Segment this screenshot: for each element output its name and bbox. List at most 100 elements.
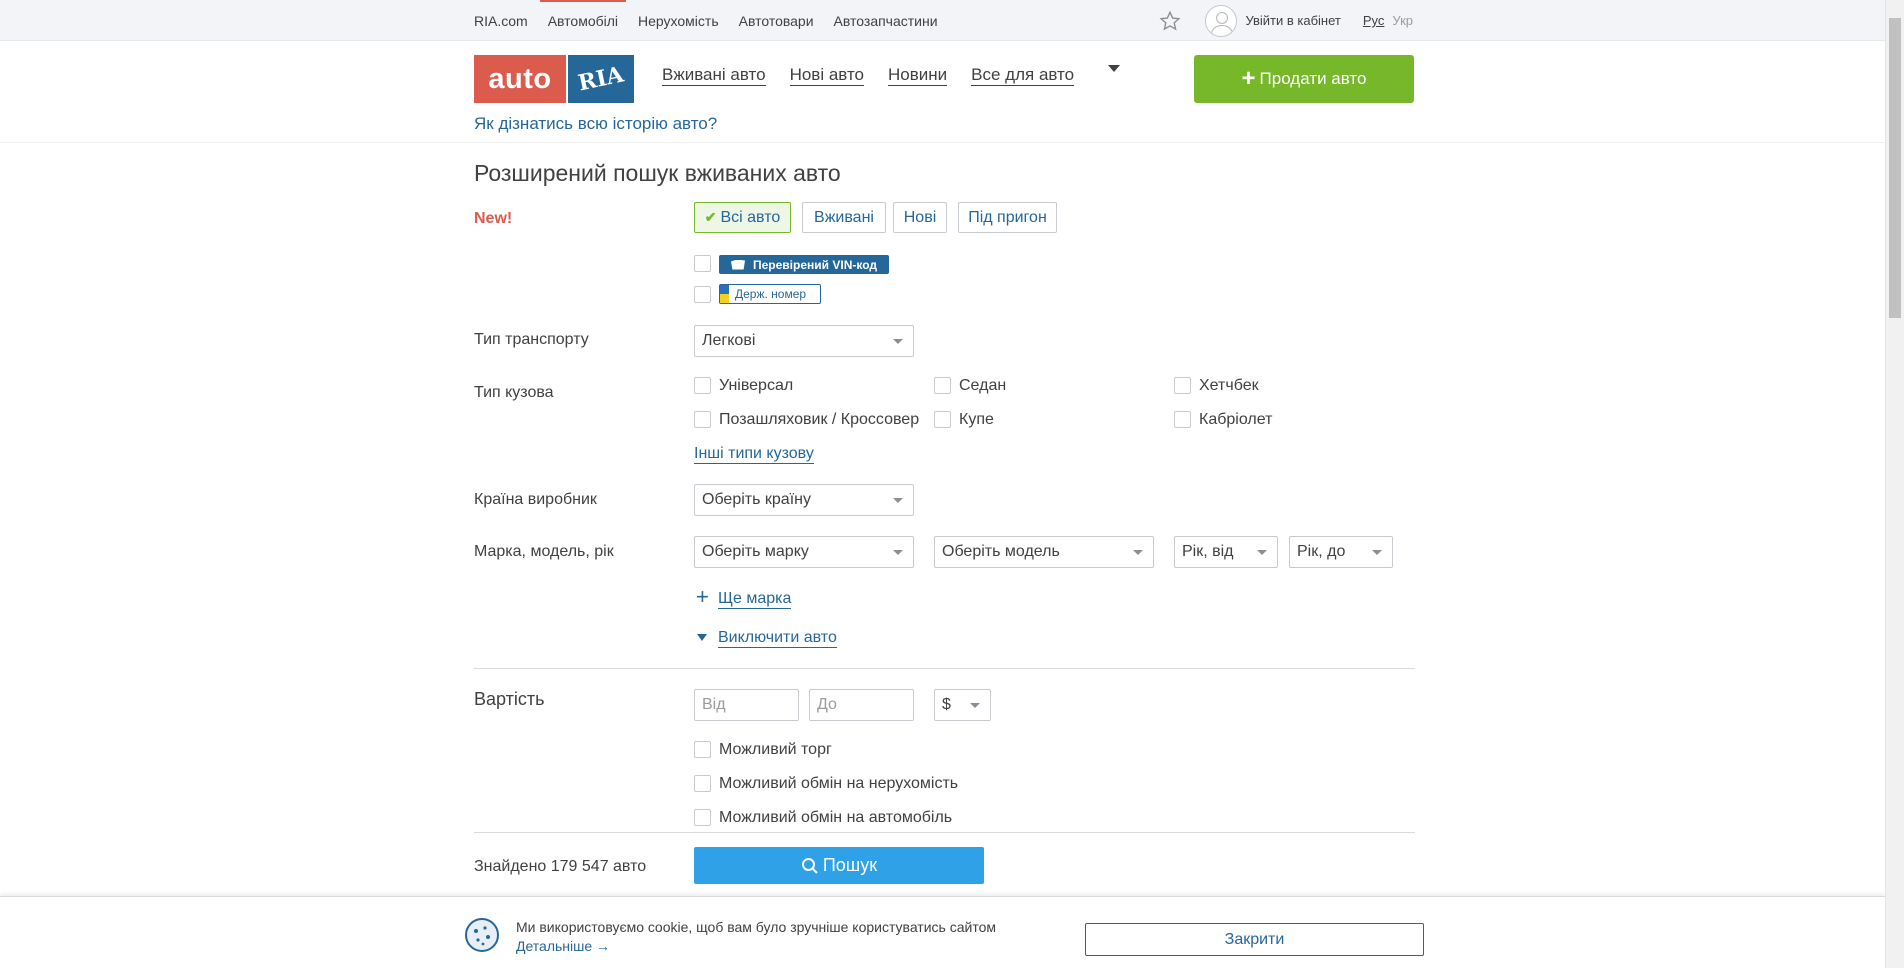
exclude-cars-link[interactable]: Виключити авто (718, 629, 837, 648)
body-type-label: Тип кузова (474, 384, 554, 401)
search-button-label: Пошук (822, 855, 878, 875)
exchange-realty-checkbox[interactable] (694, 775, 711, 792)
body-checkbox-sedan[interactable] (934, 377, 951, 394)
autoria-logo[interactable]: auto RIA (474, 55, 634, 103)
new-label: New! (474, 210, 513, 227)
select-arrow-icon (1133, 550, 1143, 555)
brand-model-year-label: Марка, модель, рік (474, 543, 614, 560)
user-avatar-icon[interactable] (1205, 4, 1238, 37)
top-nav: RIA.com Автомобілі Нерухомість Автотовар… (474, 0, 958, 41)
body-label-coupe: Купе (959, 411, 994, 428)
lang-uk[interactable]: Укр (1392, 13, 1413, 28)
topnav-auto[interactable]: Автомобілі (539, 0, 627, 41)
select-arrow-icon (1257, 550, 1267, 555)
transport-type-select[interactable]: Легкові (694, 325, 914, 357)
main-nav: Вживані авто Нові авто Новини Все для ав… (662, 65, 1121, 86)
nav-used-cars[interactable]: Вживані авто (662, 65, 766, 86)
brand-select[interactable]: Оберіть марку (694, 536, 914, 568)
select-arrow-icon (893, 339, 903, 344)
segment-used[interactable]: Вживані (802, 202, 886, 233)
topnav-realty[interactable]: Нерухомість (638, 0, 719, 41)
scrollbar-thumb[interactable] (1889, 18, 1901, 318)
car-history-link[interactable]: Як дізнатись всю історію авто? (474, 114, 717, 134)
cookie-close-button[interactable]: Закрити (1085, 923, 1424, 956)
segment-new[interactable]: Нові (893, 202, 947, 233)
exchange-realty-label: Можливий обмін на нерухомість (719, 775, 959, 792)
plus-icon: + (1241, 65, 1256, 92)
cookie-details-link[interactable]: Детальніше → (516, 938, 610, 954)
segment-all-cars-label: Всі авто (720, 209, 781, 226)
body-checkbox-suv[interactable] (694, 411, 711, 428)
ua-flag-icon (720, 285, 729, 303)
cookie-banner: Ми використовуємо cookie, щоб вам було з… (0, 896, 1885, 968)
topnav-ria[interactable]: RIA.com (474, 0, 528, 41)
nav-news[interactable]: Новини (888, 65, 948, 86)
search-icon (801, 857, 818, 874)
country-label: Країна виробник (474, 491, 597, 508)
nav-all-for-auto[interactable]: Все для авто (971, 65, 1075, 86)
body-checkbox-universal[interactable] (694, 377, 711, 394)
top-right: Увійти в кабінет Рус Укр (1159, 0, 1413, 41)
scrollbar[interactable] (1885, 0, 1904, 968)
favorites-star-icon[interactable] (1159, 10, 1181, 32)
country-placeholder: Оберіть країну (702, 491, 811, 508)
select-arrow-icon (893, 550, 903, 555)
header: auto RIA Вживані авто Нові авто Новини В… (0, 41, 1885, 143)
nav-all-for-auto-label: Все для авто (971, 65, 1075, 84)
top-bar: RIA.com Автомобілі Нерухомість Автотовар… (0, 0, 1885, 41)
car-icon (731, 259, 745, 270)
price-to-input[interactable]: До (809, 689, 914, 721)
cookie-icon (465, 918, 499, 952)
topnav-autoparts[interactable]: Автозапчастини (834, 0, 938, 41)
plus-icon[interactable]: + (696, 586, 709, 608)
login-link[interactable]: Увійти в кабінет (1245, 13, 1340, 28)
body-checkbox-cabrio[interactable] (1174, 411, 1191, 428)
segment-all-cars[interactable]: ✔ Всі авто (694, 202, 791, 233)
year-to-select[interactable]: Рік, до (1289, 536, 1393, 568)
vin-checkbox[interactable] (694, 255, 711, 272)
brand-placeholder: Оберіть марку (702, 543, 809, 560)
divider (474, 668, 1415, 669)
vin-badge-label: Перевірений VIN-код (753, 257, 877, 272)
segment-import[interactable]: Під пригон (958, 202, 1057, 233)
logo-auto: auto (474, 55, 566, 103)
lang-ru[interactable]: Рус (1363, 13, 1385, 28)
page-title: Розширений пошук вживаних авто (474, 160, 841, 186)
sell-car-label: Продати авто (1259, 69, 1367, 88)
year-from-select[interactable]: Рік, від (1174, 536, 1278, 568)
transport-type-value: Легкові (702, 332, 756, 349)
body-checkbox-coupe[interactable] (934, 411, 951, 428)
body-label-universal: Універсал (719, 377, 794, 394)
other-body-types-link[interactable]: Інші типи кузову (694, 445, 814, 464)
negotiable-label: Можливий торг (719, 741, 832, 758)
vin-verified-badge: Перевірений VIN-код (719, 255, 889, 274)
model-select[interactable]: Оберіть модель (934, 536, 1154, 568)
currency-value: $ (942, 696, 951, 713)
divider (474, 832, 1415, 833)
price-from-input[interactable]: Від (694, 689, 799, 721)
logo-ria: RIA (568, 55, 634, 103)
transport-type-label: Тип транспорту (474, 331, 589, 348)
topnav-autogoods[interactable]: Автотовари (739, 0, 814, 41)
nav-new-cars[interactable]: Нові авто (789, 65, 864, 86)
triangle-down-icon[interactable] (697, 634, 707, 641)
check-icon: ✔ (704, 209, 717, 225)
currency-select[interactable]: $ (934, 689, 991, 721)
plate-checkbox[interactable] (694, 286, 711, 303)
select-arrow-icon (970, 703, 980, 708)
exchange-car-checkbox[interactable] (694, 809, 711, 826)
body-checkbox-hatchback[interactable] (1174, 377, 1191, 394)
year-to-placeholder: Рік, до (1297, 543, 1346, 560)
body-label-hatchback: Хетчбек (1199, 377, 1259, 394)
country-select[interactable]: Оберіть країну (694, 484, 914, 516)
logo-ria-text: RIA (575, 61, 627, 97)
negotiable-checkbox[interactable] (694, 741, 711, 758)
add-brand-link[interactable]: Ще марка (718, 590, 792, 609)
chevron-down-icon[interactable] (1108, 65, 1121, 72)
exchange-car-label: Можливий обмін на автомобіль (719, 809, 953, 826)
cookie-text: Ми використовуємо cookie, щоб вам було з… (516, 919, 996, 935)
sell-car-button[interactable]: + Продати авто (1194, 55, 1414, 103)
body-label-suv: Позашляховик / Кроссовер (719, 411, 920, 428)
plate-number-badge: Держ. номер (719, 284, 821, 304)
search-button[interactable]: Пошук (694, 847, 984, 884)
